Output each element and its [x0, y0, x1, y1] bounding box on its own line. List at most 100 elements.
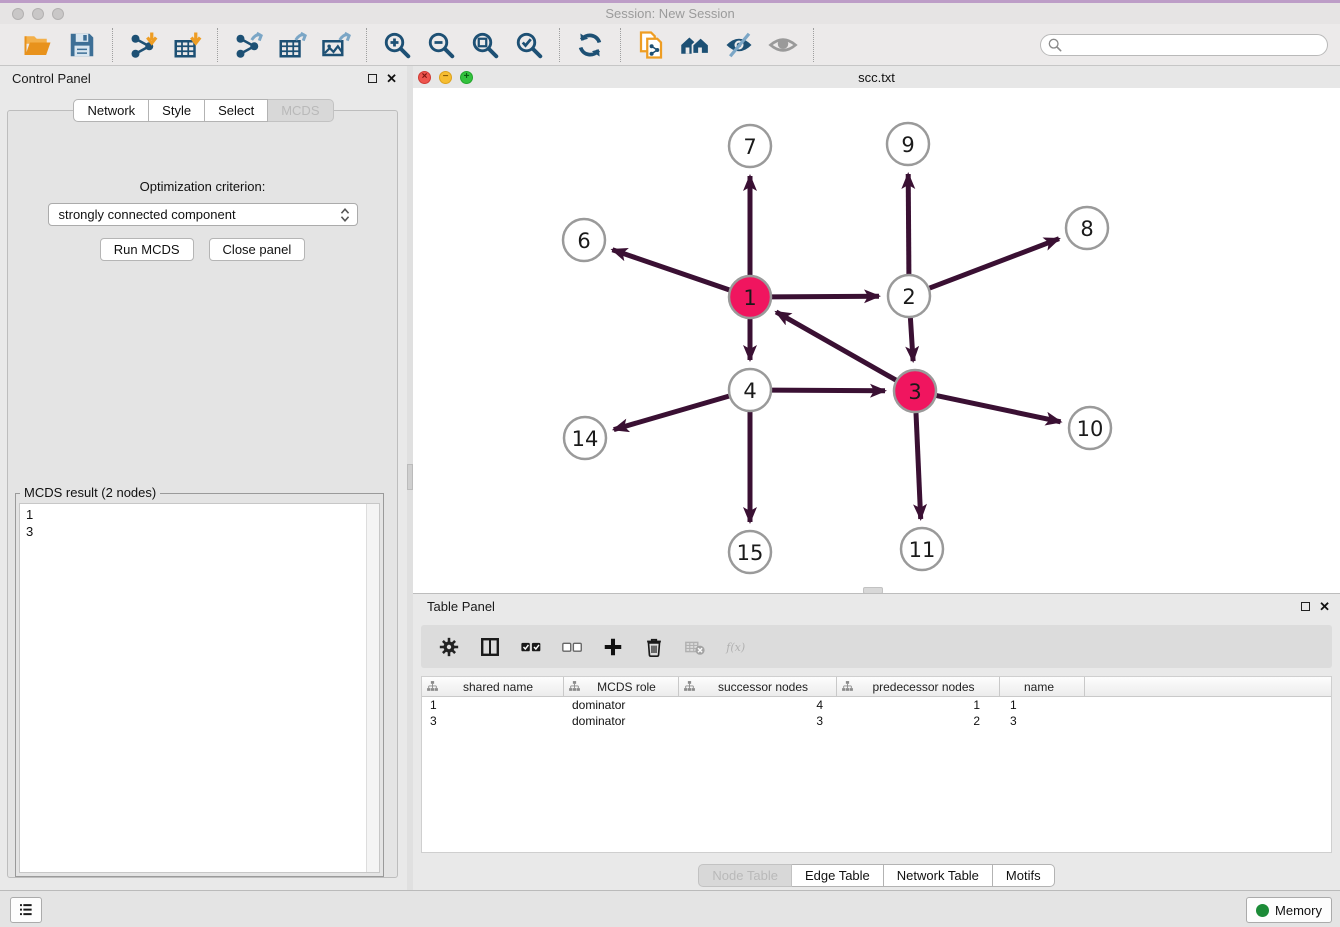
export-image-icon[interactable] — [320, 29, 352, 61]
cell-predecessor-nodes[interactable]: 2 — [837, 714, 1000, 728]
tab-network-table[interactable]: Network Table — [884, 864, 993, 887]
hierarchy-icon — [568, 680, 581, 693]
float-panel-icon[interactable] — [368, 74, 377, 83]
graph-node-6[interactable]: 6 — [563, 219, 605, 261]
graph-node-10[interactable]: 10 — [1069, 407, 1111, 449]
tab-mcds[interactable]: MCDS — [268, 99, 333, 122]
edge-2-9[interactable] — [908, 174, 909, 274]
close-panel-icon[interactable] — [386, 74, 397, 83]
cell-shared-name[interactable]: 1 — [422, 698, 564, 712]
zoom-in-icon[interactable] — [381, 29, 413, 61]
import-table-icon[interactable] — [171, 29, 203, 61]
workspace: Control Panel NetworkStyleSelectMCDS Opt… — [0, 66, 1340, 890]
edge-1-2[interactable] — [772, 296, 879, 297]
graph-node-11[interactable]: 11 — [901, 528, 943, 570]
gear-icon[interactable] — [437, 635, 461, 659]
save-session-icon[interactable] — [66, 29, 98, 61]
tab-select[interactable]: Select — [205, 99, 268, 122]
column-header-shared-name[interactable]: shared name — [422, 677, 564, 696]
refresh-icon[interactable] — [574, 29, 606, 61]
graph-node-3[interactable]: 3 — [894, 370, 936, 412]
column-header-MCDS-role[interactable]: MCDS role — [564, 677, 679, 696]
close-panel-button[interactable]: Close panel — [209, 238, 306, 261]
import-network-icon[interactable] — [127, 29, 159, 61]
edge-4-3[interactable] — [772, 390, 885, 391]
check-pair-icon[interactable] — [519, 635, 543, 659]
cell-predecessor-nodes[interactable]: 1 — [837, 698, 1000, 712]
tab-edge-table[interactable]: Edge Table — [792, 864, 884, 887]
svg-text:15: 15 — [737, 541, 764, 565]
column-header-name[interactable]: name — [1000, 677, 1085, 696]
close-window-button[interactable] — [12, 8, 24, 20]
graph-node-8[interactable]: 8 — [1066, 207, 1108, 249]
result-scrollbar[interactable] — [366, 504, 379, 872]
trash-icon[interactable] — [642, 635, 666, 659]
dropdown-selected-value: strongly connected component — [59, 207, 339, 222]
cell-successor-nodes[interactable]: 3 — [679, 714, 837, 728]
control-panel-header: Control Panel — [0, 66, 407, 90]
cell-name[interactable]: 3 — [1000, 714, 1085, 728]
tab-node-table[interactable]: Node Table — [698, 864, 792, 887]
first-neighbors-icon[interactable] — [679, 29, 711, 61]
cell-name[interactable]: 1 — [1000, 698, 1085, 712]
close-table-panel-icon[interactable] — [1319, 602, 1330, 611]
graph-node-9[interactable]: 9 — [887, 123, 929, 165]
plus-icon[interactable] — [601, 635, 625, 659]
network-zoom-button[interactable] — [460, 71, 473, 84]
memory-button[interactable]: Memory — [1246, 897, 1332, 923]
minimize-window-button[interactable] — [32, 8, 44, 20]
tab-motifs[interactable]: Motifs — [993, 864, 1055, 887]
graph-node-15[interactable]: 15 — [729, 531, 771, 573]
table-row-1[interactable]: 1dominator411 — [422, 697, 1331, 713]
edge-2-3[interactable] — [910, 318, 913, 361]
hide-selected-icon[interactable] — [723, 29, 755, 61]
optimization-criterion-dropdown[interactable]: strongly connected component — [48, 203, 358, 226]
task-history-button[interactable] — [10, 897, 42, 923]
graph-node-2[interactable]: 2 — [888, 275, 930, 317]
search-input[interactable] — [1040, 34, 1328, 56]
svg-text:7: 7 — [743, 135, 756, 159]
show-all-icon[interactable] — [767, 29, 799, 61]
network-window-titlebar[interactable]: scc.txt — [413, 66, 1340, 89]
zoom-out-icon[interactable] — [425, 29, 457, 61]
svg-text:10: 10 — [1077, 417, 1104, 441]
edge-4-14[interactable] — [614, 396, 729, 430]
zoom-fit-icon[interactable] — [469, 29, 501, 61]
graph-node-4[interactable]: 4 — [729, 369, 771, 411]
edge-3-10[interactable] — [937, 396, 1061, 422]
svg-text:1: 1 — [743, 286, 756, 310]
run-mcds-button[interactable]: Run MCDS — [100, 238, 194, 261]
uncheck-pair-icon[interactable] — [560, 635, 584, 659]
mcds-result-textarea[interactable]: 1 3 — [19, 503, 380, 873]
application-window: Session: New Session Control Panel Netwo… — [0, 0, 1340, 926]
svg-text:3: 3 — [908, 380, 921, 404]
cell-MCDS-role[interactable]: dominator — [564, 714, 679, 728]
open-session-icon[interactable] — [22, 29, 54, 61]
zoom-window-button[interactable] — [52, 8, 64, 20]
copy-network-icon[interactable] — [635, 29, 667, 61]
column-header-successor-nodes[interactable]: successor nodes — [679, 677, 837, 696]
edge-2-8[interactable] — [930, 239, 1059, 288]
tab-style[interactable]: Style — [149, 99, 205, 122]
graph-node-14[interactable]: 14 — [564, 417, 606, 459]
export-network-icon[interactable] — [232, 29, 264, 61]
edge-3-11[interactable] — [916, 413, 921, 519]
zoom-selected-icon[interactable] — [513, 29, 545, 61]
table-panel: Table Panel f(x) shared nameMCDS rolesuc… — [413, 593, 1340, 891]
cell-MCDS-role[interactable]: dominator — [564, 698, 679, 712]
graph-node-7[interactable]: 7 — [729, 125, 771, 167]
column-header-predecessor-nodes[interactable]: predecessor nodes — [837, 677, 1000, 696]
edge-1-6[interactable] — [612, 250, 729, 290]
network-minimize-button[interactable] — [439, 71, 452, 84]
edge-3-1[interactable] — [776, 312, 896, 380]
columns-icon[interactable] — [478, 635, 502, 659]
cell-shared-name[interactable]: 3 — [422, 714, 564, 728]
graph-node-1[interactable]: 1 — [729, 276, 771, 318]
export-table-icon[interactable] — [276, 29, 308, 61]
table-row-3[interactable]: 3dominator323 — [422, 713, 1331, 729]
network-canvas[interactable]: 7 9 6 8 1 2 4 3 14 10 15 11 — [413, 88, 1340, 593]
network-close-button[interactable] — [418, 71, 431, 84]
cell-successor-nodes[interactable]: 4 — [679, 698, 837, 712]
tab-network[interactable]: Network — [73, 99, 149, 122]
float-table-panel-icon[interactable] — [1301, 602, 1310, 611]
